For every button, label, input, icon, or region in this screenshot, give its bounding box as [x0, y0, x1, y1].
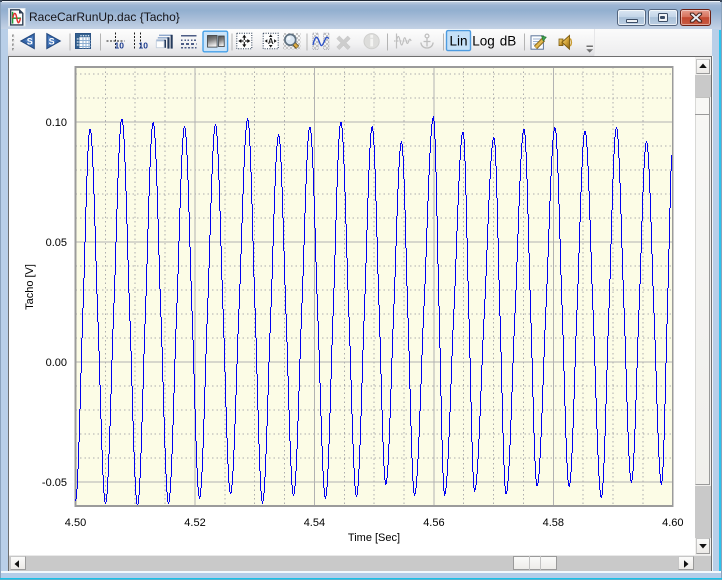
svg-text:4.58: 4.58 — [543, 517, 564, 529]
svg-text:4.52: 4.52 — [184, 517, 205, 529]
svg-text:0.05: 0.05 — [46, 237, 67, 249]
svg-text:0.00: 0.00 — [46, 357, 67, 369]
svg-text:Tacho [V]: Tacho [V] — [24, 264, 36, 310]
svg-text:4.50: 4.50 — [65, 517, 86, 529]
svg-text:4.54: 4.54 — [304, 517, 325, 529]
svg-text:4.60: 4.60 — [662, 517, 683, 529]
svg-text:Time [Sec]: Time [Sec] — [348, 532, 400, 544]
svg-text:0.10: 0.10 — [46, 117, 67, 129]
svg-text:-0.05: -0.05 — [42, 477, 67, 489]
svg-text:4.56: 4.56 — [423, 517, 444, 529]
